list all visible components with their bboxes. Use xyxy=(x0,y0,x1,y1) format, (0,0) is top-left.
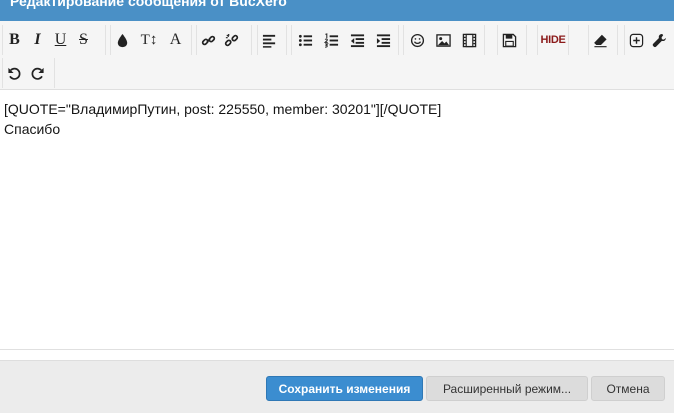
insert-icon xyxy=(629,33,644,47)
italic-icon: I xyxy=(34,31,41,48)
message-editor[interactable]: [QUOTE="ВладимирПутин, post: 225550, mem… xyxy=(0,91,674,349)
text-color-icon xyxy=(117,33,128,47)
hide-icon: HIDE xyxy=(540,34,566,46)
undo-icon xyxy=(8,67,21,80)
insert-button[interactable] xyxy=(625,27,648,53)
remove-format-button[interactable] xyxy=(589,27,612,53)
underline-icon: U xyxy=(54,31,67,48)
align-left-button[interactable] xyxy=(258,27,281,53)
numbered-list-icon xyxy=(323,32,338,48)
tools-icon xyxy=(652,33,666,47)
save-draft-button[interactable] xyxy=(498,27,521,53)
dialog-titlebar: Редактирование сообщения от BucXero xyxy=(0,0,674,21)
toolbar-group-tools xyxy=(624,25,674,55)
toolbar-group-links xyxy=(196,25,252,55)
toolbar-group-format xyxy=(588,25,618,55)
smilie-button[interactable] xyxy=(404,27,430,53)
save-changes-button[interactable]: Сохранить изменения xyxy=(266,376,423,401)
numbered-list-button[interactable] xyxy=(318,27,344,53)
image-button[interactable] xyxy=(430,27,456,53)
font-family-icon: A xyxy=(169,31,182,48)
unlink-button[interactable] xyxy=(220,27,243,53)
save-draft-icon xyxy=(502,33,517,47)
tools-button[interactable] xyxy=(648,27,671,53)
editor-line-text: Спасибо xyxy=(4,121,61,137)
dialog-footer: Сохранить изменения Расширенный режим...… xyxy=(0,360,674,413)
align-left-icon xyxy=(262,34,276,48)
dialog-title: Редактирование сообщения от BucXero xyxy=(10,0,287,9)
toolbar-group-font: T↕ A xyxy=(110,25,192,55)
font-size-icon: T↕ xyxy=(140,31,158,48)
unlink-icon xyxy=(224,33,239,46)
link-icon xyxy=(201,35,216,45)
media-button[interactable] xyxy=(456,27,482,53)
indent-icon xyxy=(376,33,390,47)
remove-format-icon xyxy=(594,34,607,47)
toolbar-group-text-style: B I U S xyxy=(2,25,106,55)
advanced-mode-button[interactable]: Расширенный режим... xyxy=(426,376,588,401)
toolbar-group-hide: HIDE xyxy=(537,25,569,55)
editor-line-quote: [QUOTE="ВладимирПутин, post: 225550, mem… xyxy=(4,101,442,117)
editor-toolbar: B I U S T↕ A HIDE xyxy=(0,21,674,90)
link-button[interactable] xyxy=(197,27,220,53)
strikethrough-icon: S xyxy=(79,31,88,48)
smilie-icon xyxy=(410,33,424,47)
media-icon xyxy=(462,33,476,47)
editor-divider xyxy=(0,349,674,350)
text-color-button[interactable] xyxy=(111,27,134,53)
image-icon xyxy=(435,33,451,47)
bold-button[interactable]: B xyxy=(3,27,26,53)
toolbar-group-history xyxy=(2,58,55,88)
toolbar-group-align xyxy=(257,25,287,55)
toolbar-group-insert-media xyxy=(403,25,485,55)
cancel-button[interactable]: Отмена xyxy=(591,376,665,401)
outdent-button[interactable] xyxy=(344,27,370,53)
bold-icon: B xyxy=(9,31,20,48)
font-size-button[interactable]: T↕ xyxy=(134,27,164,53)
strikethrough-button[interactable]: S xyxy=(72,27,95,53)
bullet-list-icon xyxy=(298,34,312,46)
hide-button[interactable]: HIDE xyxy=(538,27,568,53)
redo-icon xyxy=(31,67,44,80)
underline-button[interactable]: U xyxy=(49,27,72,53)
toolbar-group-draft xyxy=(497,25,527,55)
redo-button[interactable] xyxy=(26,60,49,86)
italic-button[interactable]: I xyxy=(26,27,49,53)
indent-button[interactable] xyxy=(370,27,396,53)
outdent-icon xyxy=(350,33,364,47)
undo-button[interactable] xyxy=(3,60,26,86)
bullet-list-button[interactable] xyxy=(292,27,318,53)
toolbar-group-lists xyxy=(291,25,399,55)
font-family-button[interactable]: A xyxy=(164,27,187,53)
